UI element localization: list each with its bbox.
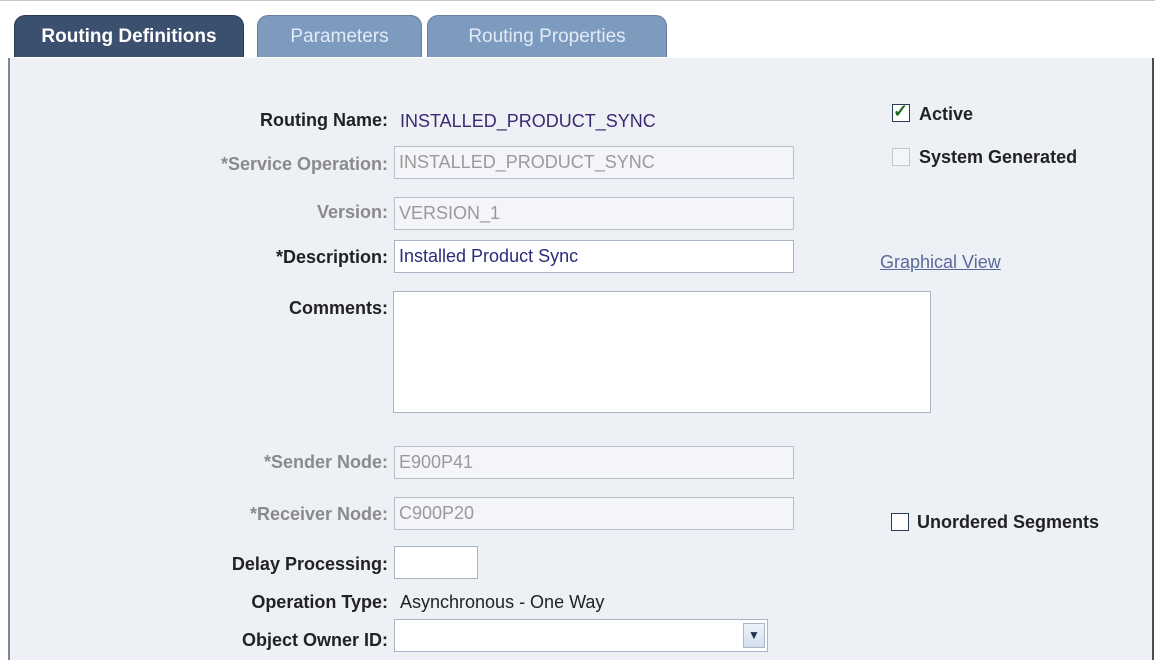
delay-processing-label: Delay Processing: — [231, 554, 388, 574]
version-field: VERSION_1 — [394, 197, 794, 230]
unordered-segments-checkbox[interactable] — [891, 513, 909, 531]
receiver-node-field: C900P20 — [394, 497, 794, 530]
description-label: *Description: — [275, 247, 388, 267]
panel-right-border — [1152, 58, 1154, 660]
comments-label: Comments: — [288, 298, 388, 318]
operation-type-value: Asynchronous - One Way — [400, 592, 605, 612]
tab-parameters[interactable]: Parameters — [257, 15, 422, 57]
active-checkbox[interactable]: ✓ — [892, 101, 910, 122]
unordered-segments-label: Unordered Segments — [917, 512, 1100, 532]
top-divider — [0, 0, 1155, 1]
graphical-view-link[interactable]: Graphical View — [880, 252, 1001, 273]
tab-routing-definitions[interactable]: Routing Definitions — [14, 15, 244, 57]
comments-textarea[interactable] — [393, 291, 931, 413]
tab-routing-properties[interactable]: Routing Properties — [427, 15, 667, 57]
routing-definitions-panel: Routing Name: *Service Operation: Versio… — [10, 58, 1152, 660]
active-label: Active — [919, 104, 974, 124]
sender-node-label: *Sender Node: — [263, 452, 388, 472]
operation-type-label: Operation Type: — [251, 592, 388, 612]
checkmark-icon: ✓ — [893, 101, 909, 121]
routing-name-value: INSTALLED_PRODUCT_SYNC — [400, 111, 656, 131]
service-operation-field: INSTALLED_PRODUCT_SYNC — [394, 146, 794, 179]
service-operation-label: *Service Operation: — [220, 154, 388, 174]
routing-name-label: Routing Name: — [260, 110, 388, 130]
panel-left-border — [8, 58, 10, 660]
version-label: Version: — [316, 202, 388, 222]
object-owner-id-label: Object Owner ID: — [241, 630, 388, 650]
label-column: Routing Name: *Service Operation: Versio… — [10, 58, 388, 660]
receiver-node-label: *Receiver Node: — [249, 504, 388, 524]
system-generated-label: System Generated — [919, 147, 1078, 167]
system-generated-checkbox — [892, 148, 910, 166]
chevron-down-icon[interactable]: ▼ — [743, 623, 765, 648]
description-input[interactable]: Installed Product Sync — [394, 240, 794, 273]
delay-processing-input[interactable] — [394, 546, 478, 579]
object-owner-id-select[interactable]: ▼ — [394, 619, 768, 652]
sender-node-field: E900P41 — [394, 446, 794, 479]
